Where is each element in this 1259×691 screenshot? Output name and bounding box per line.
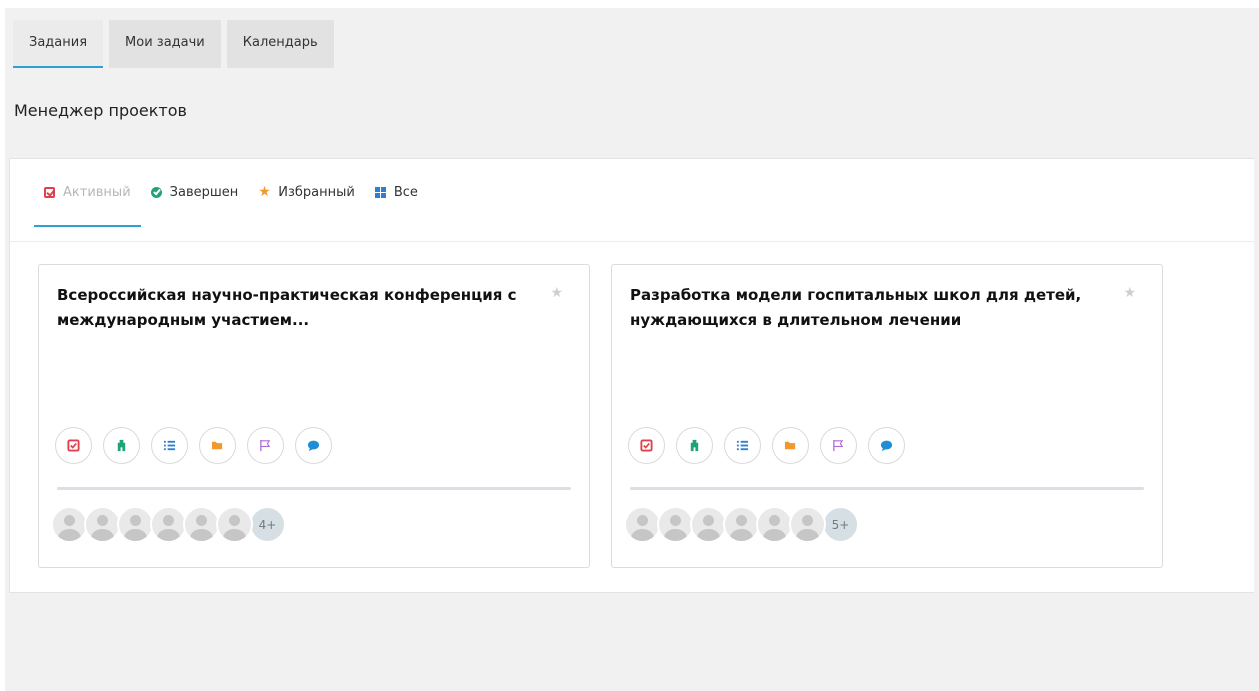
list-icon — [163, 440, 176, 451]
files-folder-icon — [784, 441, 796, 450]
divider — [10, 241, 1254, 242]
flags-button[interactable] — [820, 427, 857, 464]
discussions-button[interactable] — [868, 427, 905, 464]
task-lists-button[interactable] — [724, 427, 761, 464]
avatar[interactable] — [183, 506, 220, 543]
task-list-icon — [640, 439, 653, 452]
tab-my-tasks[interactable]: Мои задачи — [109, 20, 221, 68]
favorite-star-icon[interactable]: ★ — [1123, 285, 1136, 301]
project-card[interactable]: Всероссийская научно-практическая конфер… — [38, 264, 590, 568]
task-lists-button[interactable] — [151, 427, 188, 464]
avatar[interactable] — [51, 506, 88, 543]
tab-tasks[interactable]: Задания — [13, 20, 104, 68]
project-members: 4+ — [51, 506, 286, 543]
more-members-badge[interactable]: 4+ — [249, 506, 286, 543]
milestones-button[interactable] — [676, 427, 713, 464]
card-divider — [57, 487, 571, 490]
avatar[interactable] — [690, 506, 727, 543]
project-card[interactable]: Разработка модели госпитальных школ для … — [611, 264, 1163, 568]
avatar[interactable] — [756, 506, 793, 543]
more-members-badge[interactable]: 5+ — [822, 506, 859, 543]
flag-icon — [833, 439, 844, 452]
project-title[interactable]: Разработка модели госпитальных школ для … — [630, 283, 1090, 333]
grid-icon — [374, 186, 386, 198]
check-circle-icon — [150, 186, 162, 198]
filter-tab-completed[interactable]: Завершен — [141, 159, 249, 227]
avatar[interactable] — [789, 506, 826, 543]
todo-check-icon — [44, 186, 55, 198]
avatar[interactable] — [657, 506, 694, 543]
discussion-icon — [880, 440, 893, 452]
filter-tabs: Активный Завершен ★ Избранный Все — [34, 159, 428, 241]
avatar[interactable] — [84, 506, 121, 543]
filter-tab-label: Избранный — [278, 184, 355, 200]
tab-calendar[interactable]: Календарь — [226, 20, 334, 68]
files-button[interactable] — [199, 427, 236, 464]
files-folder-icon — [211, 441, 223, 450]
project-members: 5+ — [624, 506, 859, 543]
project-title[interactable]: Всероссийская научно-практическая конфер… — [57, 283, 517, 333]
milestones-button[interactable] — [103, 427, 140, 464]
flags-button[interactable] — [247, 427, 284, 464]
milestone-icon — [117, 439, 126, 452]
top-tabs: Задания Мои задачи Календарь — [13, 20, 334, 68]
filter-tab-all[interactable]: Все — [365, 159, 428, 227]
milestone-icon — [690, 439, 699, 452]
star-icon: ★ — [258, 183, 271, 200]
files-button[interactable] — [772, 427, 809, 464]
avatar[interactable] — [624, 506, 661, 543]
task-list-button[interactable] — [628, 427, 665, 464]
avatar[interactable] — [150, 506, 187, 543]
discussion-icon — [307, 440, 320, 452]
task-list-button[interactable] — [55, 427, 92, 464]
filter-tab-label: Все — [393, 184, 418, 200]
favorite-star-icon[interactable]: ★ — [550, 285, 563, 301]
avatar[interactable] — [216, 506, 253, 543]
filter-tab-active[interactable]: Активный — [34, 159, 141, 227]
filter-tab-favorite[interactable]: ★ Избранный — [248, 159, 365, 227]
discussions-button[interactable] — [295, 427, 332, 464]
flag-icon — [260, 439, 271, 452]
project-actions — [55, 427, 332, 464]
avatar[interactable] — [723, 506, 760, 543]
filter-tab-label: Активный — [63, 184, 131, 200]
list-icon — [736, 440, 749, 451]
page-title: Менеджер проектов — [14, 101, 187, 120]
filter-tab-label: Завершен — [169, 184, 239, 200]
project-actions — [628, 427, 905, 464]
card-divider — [630, 487, 1144, 490]
avatar[interactable] — [117, 506, 154, 543]
task-list-icon — [67, 439, 80, 452]
